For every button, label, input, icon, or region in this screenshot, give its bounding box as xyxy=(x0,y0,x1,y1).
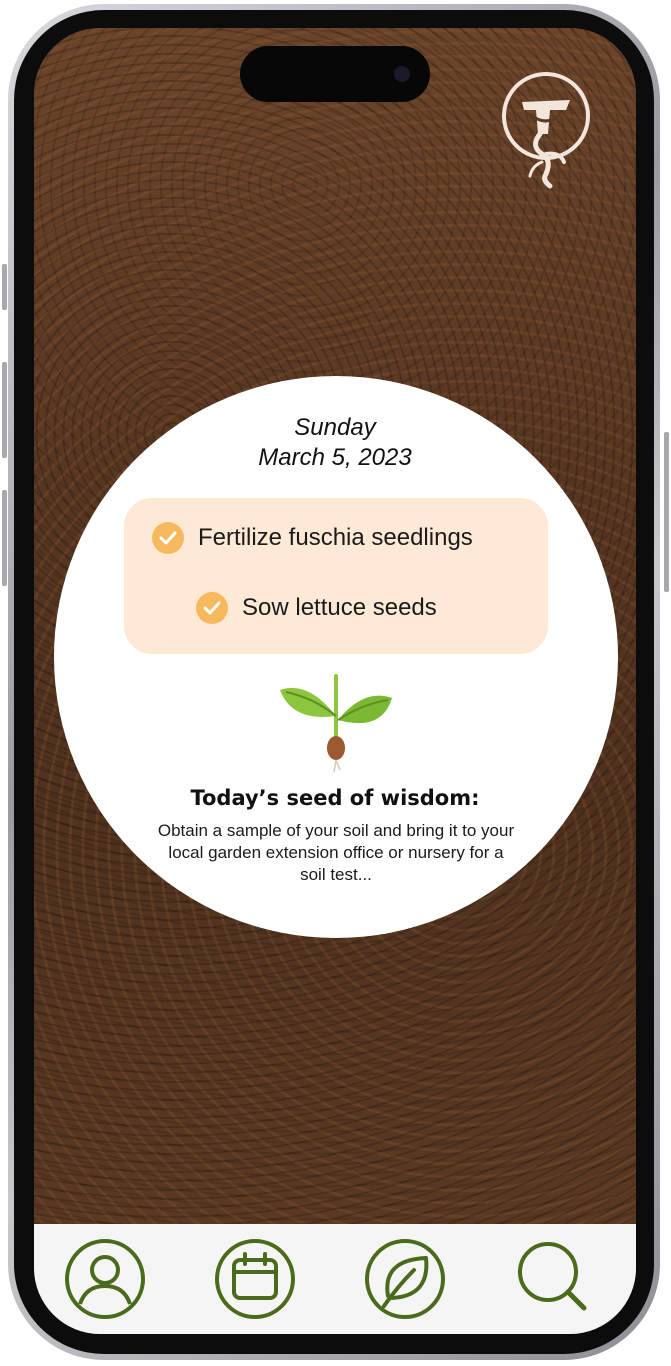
screen: Sunday March 5, 2023 Fertilize fuschia s… xyxy=(34,28,636,1334)
profile-icon[interactable] xyxy=(64,1238,146,1320)
search-icon[interactable] xyxy=(514,1238,596,1320)
task-list: Fertilize fuschia seedlings Sow lettuce … xyxy=(124,498,548,654)
task-label: Fertilize fuschia seedlings xyxy=(198,524,473,551)
seedling-icon xyxy=(280,674,392,773)
wisdom-text: Obtain a sample of your soil and bring i… xyxy=(157,821,515,884)
wisdom-title: Today’s seed of wisdom: xyxy=(190,786,480,810)
task-item[interactable]: Sow lettuce seeds xyxy=(196,592,437,624)
side-button xyxy=(664,432,669,592)
side-button xyxy=(2,362,7,458)
leaf-icon[interactable] xyxy=(364,1238,446,1320)
side-button xyxy=(2,264,7,310)
date-label: March 5, 2023 xyxy=(258,444,412,471)
camera-icon xyxy=(394,66,410,82)
gardener-logo-icon[interactable] xyxy=(500,70,596,190)
day-label: Sunday xyxy=(294,414,376,441)
side-button xyxy=(2,490,7,586)
check-icon[interactable] xyxy=(196,592,228,624)
task-item[interactable]: Fertilize fuschia seedlings xyxy=(152,522,473,554)
task-label: Sow lettuce seeds xyxy=(242,594,437,621)
calendar-icon[interactable] xyxy=(214,1238,296,1320)
bottom-nav xyxy=(34,1224,636,1334)
dynamic-island xyxy=(240,46,430,102)
check-icon[interactable] xyxy=(152,522,184,554)
